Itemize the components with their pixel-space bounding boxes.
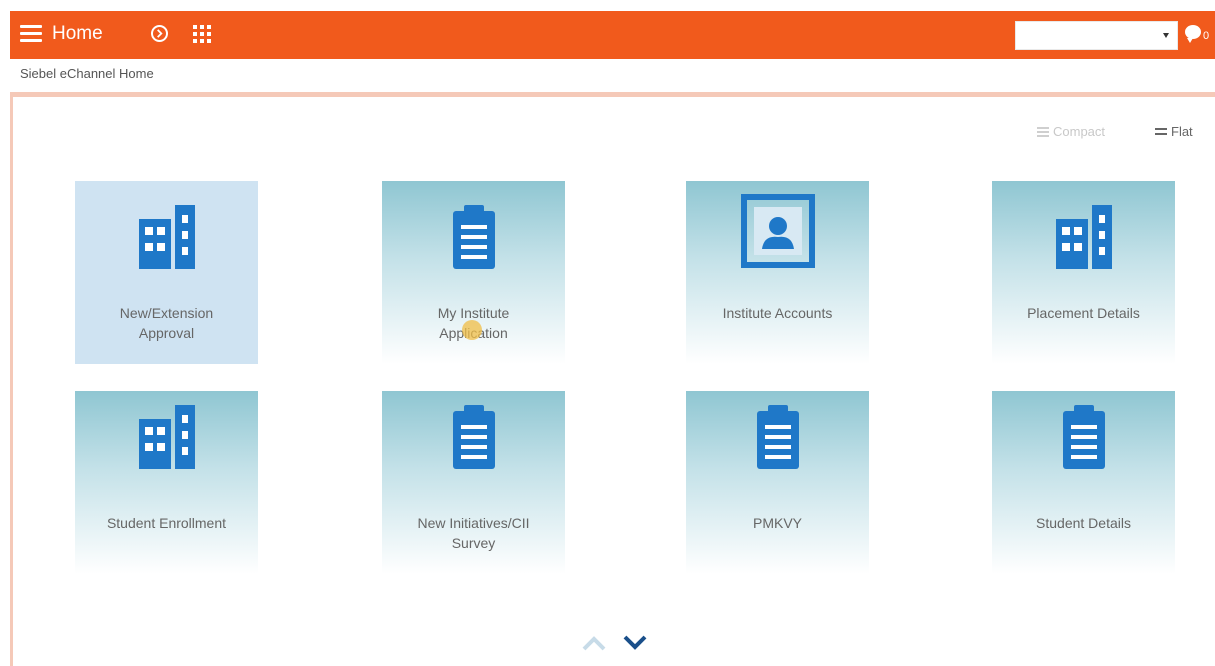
notification-count: 0 bbox=[1203, 30, 1210, 42]
tile-student-details[interactable]: Student Details bbox=[992, 391, 1175, 574]
flat-view-toggle[interactable]: Flat bbox=[1155, 124, 1193, 139]
flat-view-icon bbox=[1155, 127, 1167, 137]
tile-label: New/Extension Approval bbox=[119, 305, 214, 341]
tile-label: Student Details bbox=[1036, 515, 1131, 531]
building-icon bbox=[135, 403, 199, 474]
scroll-down-chevron-icon[interactable] bbox=[622, 633, 648, 653]
tile-label: Institute Accounts bbox=[722, 305, 833, 321]
home-title[interactable]: Home bbox=[52, 23, 103, 45]
content-left-border bbox=[10, 92, 13, 666]
chevron-down-icon bbox=[1163, 33, 1169, 38]
clipboard-icon bbox=[451, 403, 497, 474]
header-divider bbox=[10, 92, 1215, 97]
tile-pmkvy[interactable]: PMKVY bbox=[686, 391, 869, 574]
mouse-cursor-highlight bbox=[462, 320, 482, 340]
tile-label: PMKVY bbox=[752, 515, 802, 531]
clipboard-icon bbox=[1061, 403, 1107, 474]
flat-view-label: Flat bbox=[1171, 124, 1193, 139]
tile-student-enrollment[interactable]: Student Enrollment bbox=[75, 391, 258, 574]
scroll-up-chevron-icon[interactable] bbox=[581, 633, 607, 653]
tile-label: Placement Details bbox=[1027, 305, 1140, 321]
clipboard-icon bbox=[755, 403, 801, 474]
building-icon bbox=[135, 203, 199, 274]
tile-institute-accounts[interactable]: Institute Accounts bbox=[686, 181, 869, 364]
circle-arrow-right-icon[interactable] bbox=[151, 25, 168, 42]
clipboard-icon bbox=[451, 203, 497, 274]
contact-card-icon bbox=[740, 193, 816, 274]
tile-new-extension-approval[interactable]: New/Extension Approval bbox=[75, 181, 258, 364]
building-icon bbox=[1052, 203, 1116, 274]
apps-grid-icon[interactable] bbox=[193, 25, 211, 43]
tile-new-initiatives-survey[interactable]: New Initiatives/CII Survey bbox=[382, 391, 565, 574]
hamburger-menu-icon[interactable] bbox=[20, 25, 42, 43]
compact-view-label: Compact bbox=[1053, 124, 1106, 139]
compact-view-icon bbox=[1037, 126, 1049, 137]
notification-icon[interactable] bbox=[1185, 25, 1201, 43]
breadcrumb[interactable]: Siebel eChannel Home bbox=[20, 66, 154, 81]
top-navigation-bar: Home 0 bbox=[10, 11, 1215, 59]
tile-label: New Initiatives/CII Survey bbox=[417, 515, 530, 551]
application-select[interactable] bbox=[1015, 21, 1178, 50]
compact-view-toggle[interactable]: Compact bbox=[1037, 124, 1105, 139]
tile-placement-details[interactable]: Placement Details bbox=[992, 181, 1175, 364]
tile-label: Student Enrollment bbox=[106, 515, 227, 531]
